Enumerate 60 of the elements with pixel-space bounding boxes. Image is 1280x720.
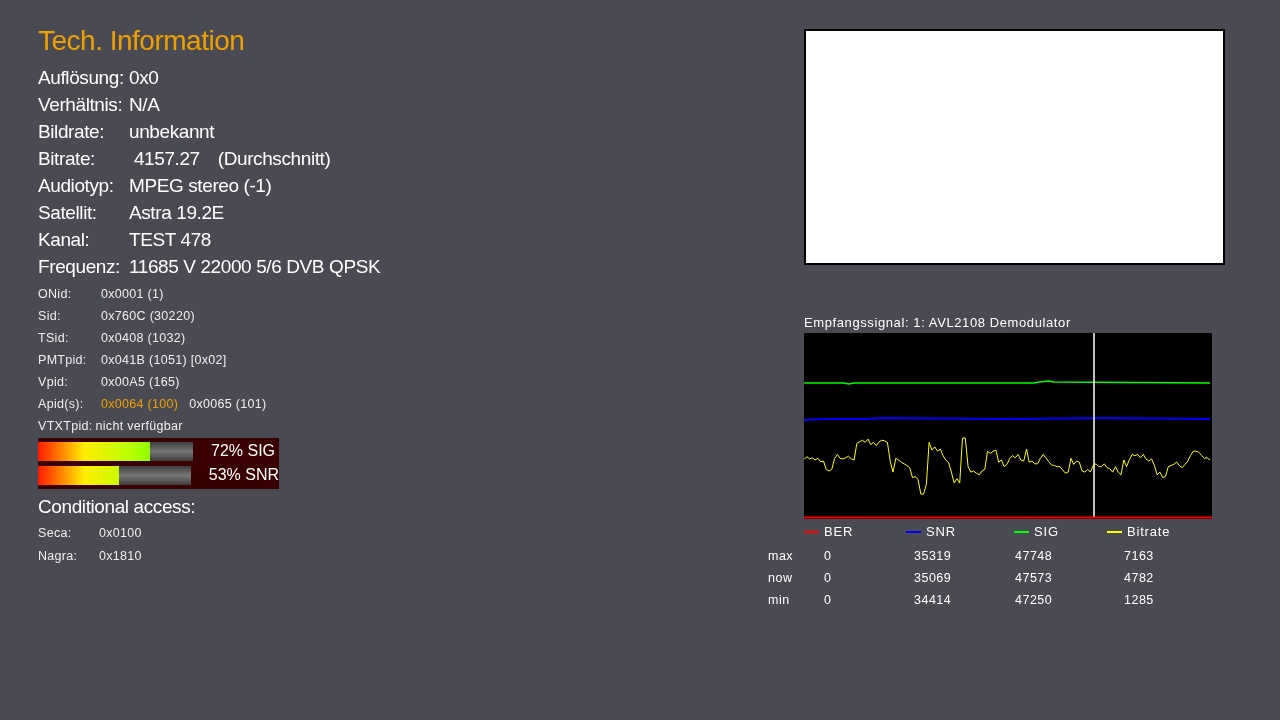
- stat-value: 47250: [1015, 593, 1054, 607]
- ca-value: 0x0100: [99, 525, 142, 540]
- stat-value: 7163: [1124, 549, 1155, 563]
- section-title: Conditional access:: [38, 495, 197, 519]
- graph-title: Empfangssignal: 1: AVL2108 Demodulator: [804, 315, 1072, 332]
- info-value: 4157.27: [132, 147, 200, 170]
- info-value: 0x0: [129, 66, 159, 89]
- pid-value: 0x041B (1051) [0x02]: [101, 353, 227, 367]
- stat-value: 0: [824, 571, 833, 585]
- stat-label: min: [768, 593, 791, 607]
- pid-value: 0x0001 (1): [101, 287, 164, 301]
- info-label: Satellit:: [38, 201, 98, 224]
- info-value: 11685 V 22000 5/6 DVB QPSK: [129, 255, 381, 278]
- pid-value: 0x760C (30220): [101, 309, 195, 323]
- info-label: Bildrate:: [38, 120, 106, 143]
- legend-label: Bitrate: [1127, 524, 1171, 539]
- stat-value: 0: [824, 549, 833, 563]
- audio-pid[interactable]: 0x0065 (101): [189, 397, 267, 411]
- meter-reading: 53% SNR: [208, 466, 279, 484]
- pid-value: 0x00A5 (165): [101, 375, 180, 389]
- ca-label: Nagra:: [38, 548, 79, 563]
- stat-label: now: [768, 571, 794, 585]
- info-label: Kanal:: [38, 228, 91, 251]
- stat-value: 4782: [1124, 571, 1155, 585]
- meter-reading: 72% SIG: [211, 442, 276, 460]
- info-value: Astra 19.2E: [129, 201, 224, 224]
- pid-label: ONid:: [38, 287, 73, 301]
- legend-label: SNR: [926, 524, 956, 539]
- pid-label: Sid:: [38, 309, 62, 323]
- ca-value: 0x1810: [99, 548, 142, 563]
- stat-value: 1285: [1124, 593, 1155, 607]
- pid-label: VTXTpid:: [38, 419, 93, 433]
- ca-label: Seca:: [38, 525, 73, 540]
- info-value: N/A: [129, 93, 160, 116]
- legend-label: SIG: [1034, 524, 1059, 539]
- legend-label: BER: [824, 524, 854, 539]
- pid-label: PMTpid:: [38, 353, 88, 367]
- pid-label: TSid:: [38, 331, 70, 345]
- info-value: MPEG stereo (-1): [129, 174, 272, 197]
- audio-pid[interactable]: 0x0064 (100): [101, 397, 179, 411]
- info-label: Bitrate:: [38, 147, 96, 170]
- stat-label: max: [768, 549, 795, 563]
- info-label: Audiotyp:: [38, 174, 115, 197]
- info-value: TEST 478: [129, 228, 211, 251]
- screen-title: Tech. Information: [38, 24, 246, 58]
- pid-value: nicht verfügbar: [95, 419, 183, 433]
- stat-value: 35069: [914, 571, 953, 585]
- pid-label: Apid(s):: [38, 397, 85, 411]
- stat-value: 0: [824, 593, 833, 607]
- stat-value: 35319: [914, 549, 953, 563]
- info-label: Auflösung:: [38, 66, 125, 89]
- stat-value: 47748: [1015, 549, 1054, 563]
- info-label: Frequenz:: [38, 255, 121, 278]
- info-label: Verhältnis:: [38, 93, 124, 116]
- stat-value: 47573: [1015, 571, 1054, 585]
- pid-value: 0x0408 (1032): [101, 331, 186, 345]
- info-value: unbekannt: [129, 120, 215, 143]
- pid-label: Vpid:: [38, 375, 69, 389]
- info-note: (Durchschnitt): [217, 147, 331, 170]
- stat-value: 34414: [914, 593, 953, 607]
